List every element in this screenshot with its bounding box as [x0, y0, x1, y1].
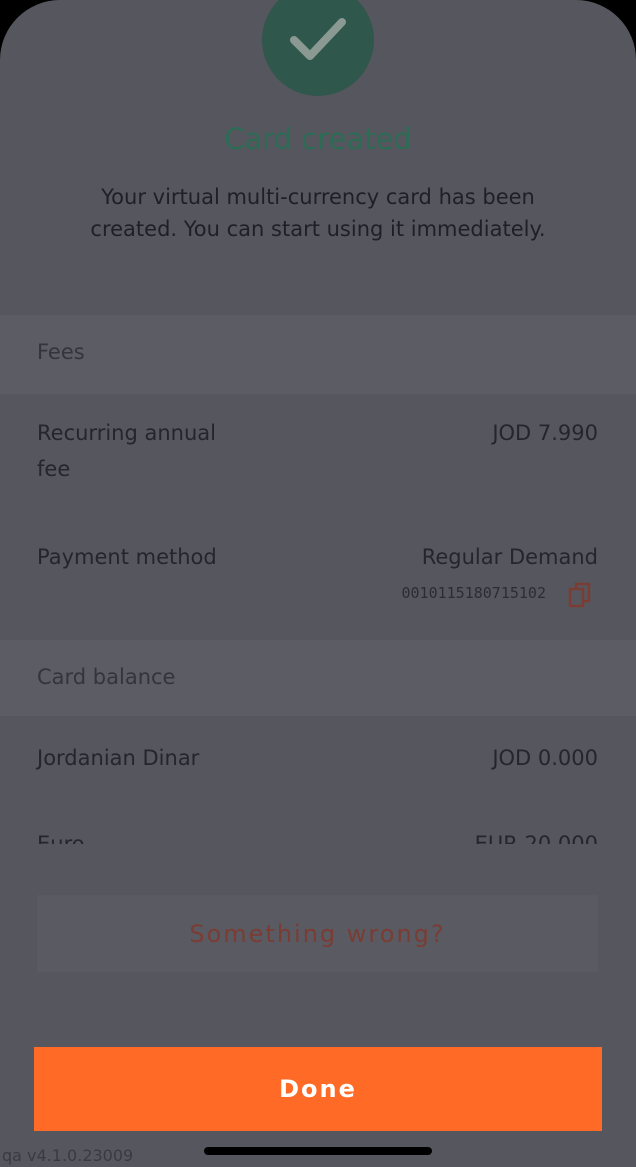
balance-section-title: Card balance	[37, 665, 176, 689]
balance-section-header: Card balance	[0, 640, 636, 716]
fees-section-header: Fees	[0, 315, 636, 394]
copy-icon[interactable]	[568, 582, 592, 609]
confirmation-sheet: Card created Your virtual multi-currency…	[0, 0, 636, 1167]
annual-fee-label-line1: Recurring annual	[37, 421, 216, 445]
success-badge	[262, 0, 374, 96]
balance-amount: JOD 0.000	[492, 746, 598, 770]
home-indicator	[204, 1147, 432, 1155]
checkmark-icon	[290, 18, 346, 60]
annual-fee-label: Recurring annual fee	[37, 415, 216, 487]
account-number: 0010115180715102	[401, 584, 547, 602]
page-subtitle: Your virtual multi-currency card has bee…	[90, 185, 546, 241]
something-wrong-button[interactable]: Something wrong?	[37, 895, 598, 972]
version-label: qa v4.1.0.23009	[2, 1146, 134, 1165]
payment-method-label: Payment method	[37, 545, 217, 569]
annual-fee-value: JOD 7.990	[492, 421, 598, 445]
balance-amount: EUR 20.000	[474, 832, 598, 844]
done-button[interactable]: Done	[34, 1047, 602, 1131]
page-title: Card created	[224, 122, 412, 156]
balance-currency-name: Jordanian Dinar	[37, 746, 200, 770]
balance-row-clipped: Euro EUR 20.000	[0, 832, 636, 844]
payment-method-value: Regular Demand	[421, 545, 598, 569]
fees-section-title: Fees	[37, 340, 85, 364]
balance-currency-name: Euro	[37, 832, 85, 844]
annual-fee-label-line2: fee	[37, 457, 71, 481]
